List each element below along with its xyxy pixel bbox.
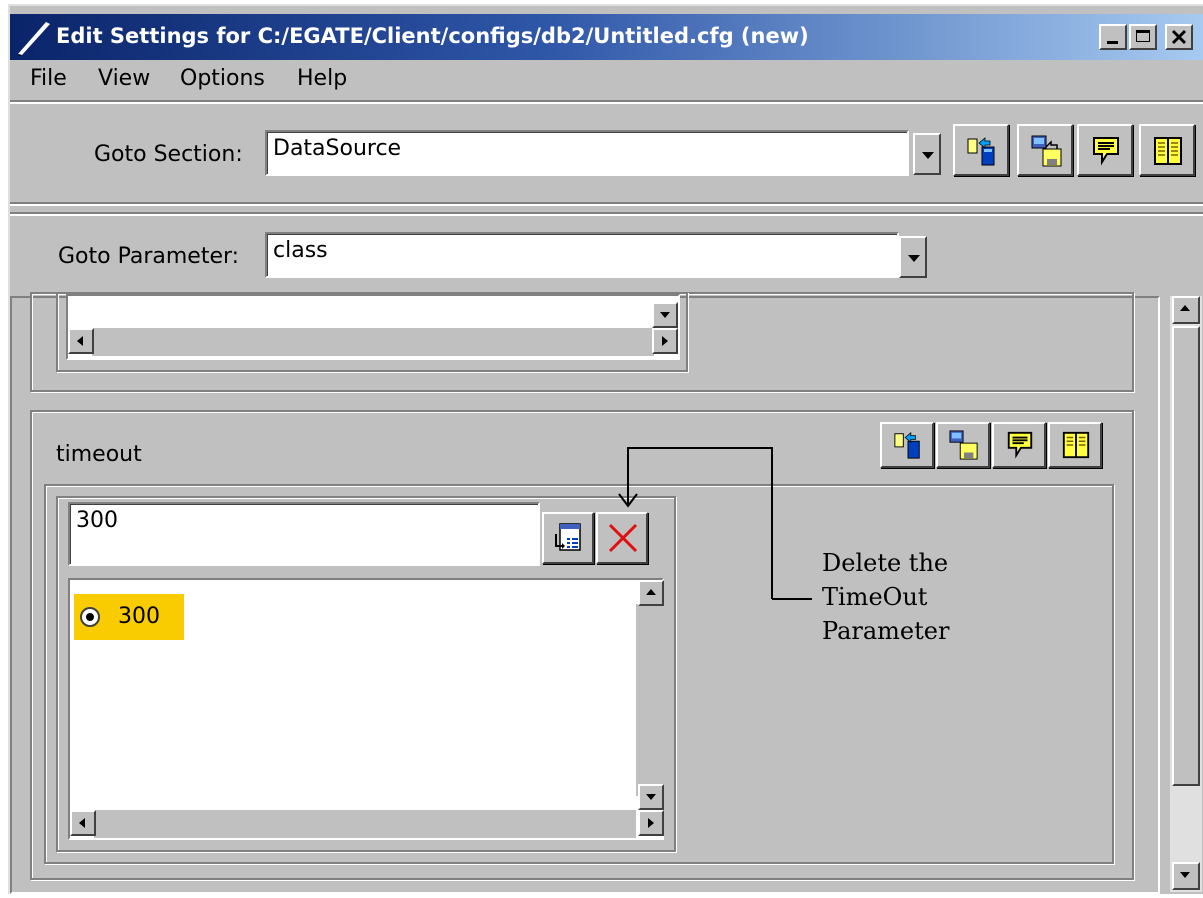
section-save-button[interactable] — [1017, 124, 1073, 176]
parameter-name-label: timeout — [56, 442, 142, 467]
section-separator — [10, 202, 1203, 206]
copy-to-device-icon — [967, 137, 995, 166]
minimize-icon — [1107, 41, 1118, 44]
title-bar[interactable]: Edit Settings for C:/EGATE/Client/config… — [10, 14, 1203, 60]
goto-section-label: Goto Section: — [94, 142, 243, 167]
previous-list-scroll-right[interactable] — [652, 328, 678, 354]
window-title: Edit Settings for C:/EGATE/Client/config… — [56, 24, 809, 48]
value-option-label: 300 — [118, 604, 160, 629]
param-comment-button[interactable] — [992, 422, 1046, 468]
previous-list-scroll-left[interactable] — [68, 328, 94, 354]
param-help-button[interactable] — [1048, 422, 1102, 468]
goto-parameter-combobox[interactable]: class — [265, 232, 899, 278]
annotation-text: Delete the TimeOut Parameter — [822, 546, 949, 648]
section-copy-button[interactable] — [953, 124, 1009, 176]
radio-selected-icon — [80, 607, 100, 627]
main-scroll-down[interactable] — [1172, 862, 1200, 890]
value-list-scroll-down[interactable] — [638, 784, 664, 810]
save-disk-icon — [1031, 135, 1062, 167]
value-list[interactable]: 300 — [68, 578, 664, 840]
save-disk-icon — [949, 430, 978, 460]
edit-settings-window: Edit Settings for C:/EGATE/Client/config… — [8, 4, 1203, 894]
goto-parameter-value: class — [273, 238, 328, 263]
value-list-scroll-up[interactable] — [638, 580, 664, 606]
delete-x-icon — [608, 523, 638, 553]
annotation-line-1: Delete the — [822, 549, 949, 577]
close-button[interactable] — [1165, 24, 1193, 50]
value-editor-box: 300 300 — [56, 496, 676, 852]
section-separator-2 — [10, 212, 1203, 216]
comment-bubble-icon — [1093, 137, 1119, 166]
previous-hscroll-track[interactable] — [92, 328, 654, 356]
pen-icon — [18, 22, 50, 56]
value-list-vscroll-track[interactable] — [636, 604, 664, 796]
list-insert-icon — [555, 523, 581, 551]
close-icon — [1171, 29, 1187, 45]
section-help-button[interactable] — [1139, 124, 1195, 176]
maximize-button[interactable] — [1129, 24, 1157, 50]
timeout-parameter-panel: timeout 300 300 — [30, 410, 1134, 880]
previous-list-scroll-down[interactable] — [652, 302, 678, 328]
menu-help[interactable]: Help — [297, 66, 347, 91]
value-option-selected[interactable]: 300 — [74, 594, 184, 640]
add-value-button[interactable] — [542, 512, 594, 564]
param-save-button[interactable] — [936, 422, 990, 468]
menu-separator — [10, 100, 1203, 104]
section-comment-button[interactable] — [1077, 124, 1133, 176]
maximize-icon — [1136, 30, 1150, 42]
value-input-text: 300 — [76, 508, 118, 533]
annotation-line-2: TimeOut — [822, 583, 928, 611]
value-list-scroll-right[interactable] — [638, 810, 664, 836]
book-help-icon — [1154, 137, 1182, 165]
menu-view[interactable]: View — [98, 66, 150, 91]
goto-parameter-label: Goto Parameter: — [58, 244, 240, 269]
copy-to-device-icon — [894, 432, 920, 459]
book-help-icon — [1062, 431, 1090, 459]
menu-bar: File View Options Help — [10, 60, 1203, 100]
comment-bubble-icon — [1007, 431, 1033, 459]
value-list-hscroll-track[interactable] — [94, 810, 636, 838]
menu-options[interactable]: Options — [180, 66, 265, 91]
delete-value-button[interactable] — [596, 512, 648, 564]
goto-section-value: DataSource — [273, 136, 402, 161]
minimize-button[interactable] — [1099, 24, 1127, 50]
value-list-scroll-left[interactable] — [70, 810, 96, 836]
main-scroll-up[interactable] — [1172, 296, 1200, 324]
previous-value-box — [56, 292, 688, 372]
annotation-line-3: Parameter — [822, 617, 950, 645]
value-panel: 300 300 — [44, 484, 1114, 864]
param-copy-button[interactable] — [880, 422, 934, 468]
goto-section-dropdown-button[interactable] — [913, 133, 941, 175]
goto-parameter-dropdown-button[interactable] — [899, 236, 927, 278]
parameter-scroll-area: timeout 300 300 — [10, 292, 1160, 894]
value-input[interactable]: 300 — [68, 502, 540, 566]
main-scroll-thumb[interactable] — [1172, 326, 1200, 786]
goto-section-combobox[interactable]: DataSource — [265, 130, 909, 176]
menu-file[interactable]: File — [30, 66, 67, 91]
previous-value-list[interactable] — [66, 294, 680, 360]
